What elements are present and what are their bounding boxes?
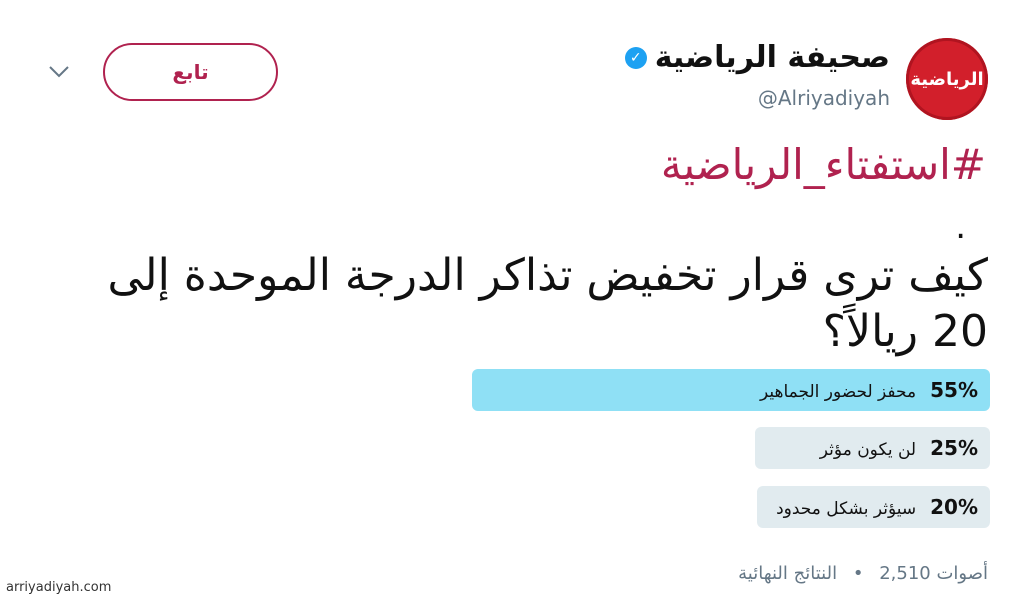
source-watermark: arriyadiyah.com [6, 580, 112, 595]
poll-option-label: سيؤثر بشكل محدود [776, 499, 917, 519]
poll-option-label: محفز لحضور الجماهير [760, 382, 917, 402]
display-name-text: صحيفة الرياضية [654, 40, 890, 75]
poll-option-percent: 20% [930, 495, 978, 519]
poll-option[interactable]: 55% محفز لحضور الجماهير [472, 369, 990, 411]
poll-meta: أصوات 2,510 • النتائج النهائية [738, 563, 988, 584]
poll-separator: • [852, 563, 864, 584]
hashtag-link[interactable]: #استفتاء_الرياضية [661, 140, 986, 189]
poll-option-text: 20% سيؤثر بشكل محدود [776, 486, 978, 528]
poll-option-percent: 55% [930, 378, 978, 402]
tweet-dot: . [955, 207, 966, 247]
avatar[interactable]: الرياضية [906, 38, 988, 120]
follow-button[interactable]: تابع [103, 43, 278, 101]
poll-votes: أصوات 2,510 [879, 563, 988, 584]
user-handle[interactable]: @Alriyadiyah [758, 86, 890, 110]
display-name[interactable]: صحيفة الرياضية ✓ [624, 40, 890, 75]
poll-option[interactable]: 25% لن يكون مؤثر [472, 427, 990, 469]
poll-option-percent: 25% [930, 436, 978, 460]
verified-badge-icon: ✓ [624, 46, 647, 69]
poll-option-text: 55% محفز لحضور الجماهير [760, 369, 978, 411]
poll-option[interactable]: 20% سيؤثر بشكل محدود [472, 486, 990, 528]
chevron-down-svg [49, 66, 69, 78]
tweet-text: كيف ترى قرار تخفيض تذاكر الدرجة الموحدة … [107, 250, 988, 357]
poll-option-label: لن يكون مؤثر [819, 440, 917, 460]
poll-option-text: 25% لن يكون مؤثر [820, 427, 978, 469]
chevron-down-icon[interactable] [48, 64, 70, 80]
poll-status: النتائج النهائية [738, 563, 838, 584]
